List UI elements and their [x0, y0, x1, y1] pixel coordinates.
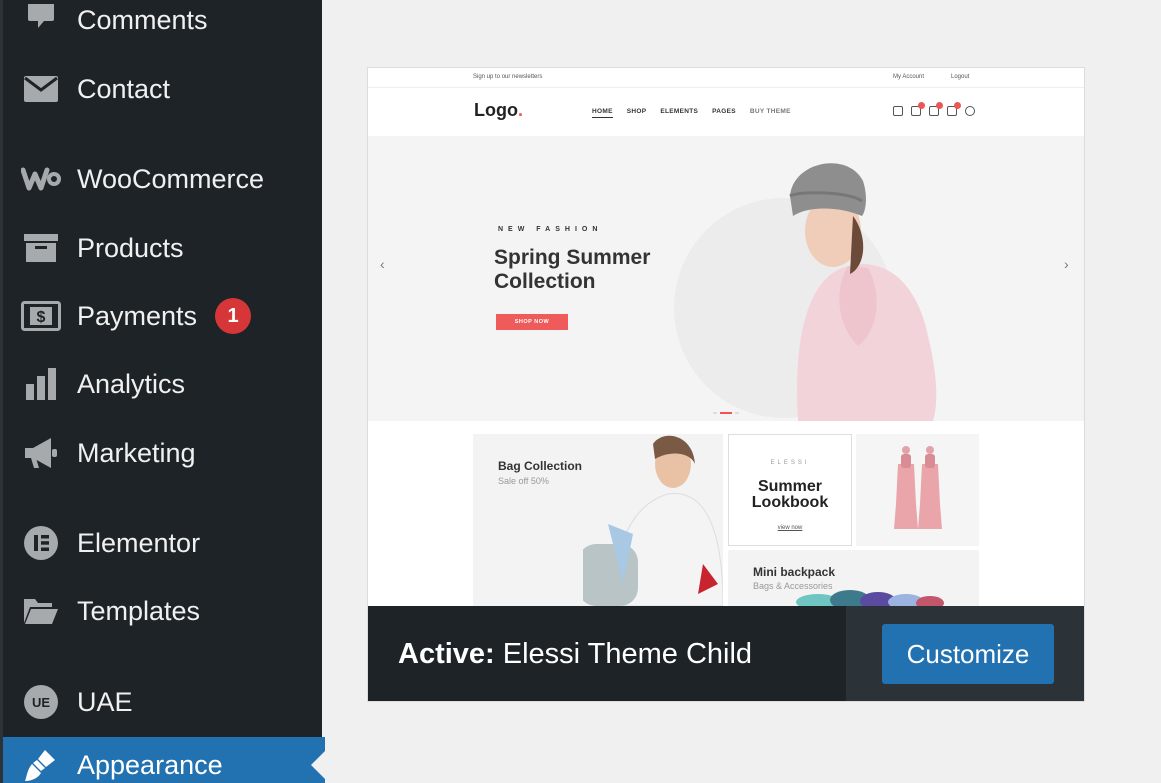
sidebar-item-label: Appearance	[77, 749, 223, 780]
newsletter-text: Sign up to our newsletters	[473, 74, 543, 80]
active-theme-card[interactable]: Sign up to our newsletters My Account Lo…	[367, 67, 1085, 702]
preview-nav-links: HOME SHOP ELEMENTS PAGES BUY THEME	[592, 108, 791, 118]
chevron-right-icon: ›	[1064, 256, 1069, 272]
bag-model-image	[583, 435, 723, 606]
theme-card-footer: Active: Elessi Theme Child Customize	[368, 606, 1084, 701]
bar-chart-icon	[21, 364, 61, 404]
folder-icon	[21, 591, 61, 631]
svg-text:UE: UE	[32, 695, 50, 710]
tile-bag-subtitle: Sale off 50%	[498, 476, 549, 486]
sidebar-item-marketing[interactable]: Marketing	[3, 425, 325, 481]
sidebar-item-label: Analytics	[77, 368, 186, 399]
preview-nav-home: HOME	[592, 108, 613, 118]
theme-actions: Customize	[846, 606, 1084, 701]
woocommerce-icon	[21, 159, 61, 199]
sidebar-item-appearance[interactable]: Appearance	[3, 737, 325, 783]
tile-mini-title: Mini backpack	[753, 565, 836, 579]
elementor-icon	[21, 523, 61, 563]
sidebar-item-label: Templates	[77, 595, 201, 626]
preview-nav-elements: ELEMENTS	[660, 108, 699, 115]
tile-look-title: Summer Lookbook	[751, 478, 829, 511]
preview-hero: NEW FASHION Spring Summer Collection SHO…	[368, 136, 1084, 421]
cart-icon	[911, 102, 925, 116]
heart-icon	[929, 102, 943, 116]
svg-text:$: $	[37, 309, 46, 326]
envelope-icon	[21, 69, 61, 109]
sidebar-item-label: Comments	[77, 4, 208, 35]
hero-shop-now-button: SHOP NOW	[496, 314, 568, 330]
preview-tile-earrings	[856, 434, 979, 546]
chevron-left-icon: ‹	[380, 256, 385, 272]
sidebar-item-label: Contact	[77, 73, 171, 104]
my-account-link: My Account	[893, 74, 925, 80]
backpacks-image	[796, 590, 944, 606]
sidebar-item-label: Payments	[77, 300, 198, 331]
sidebar-item-label: Products	[77, 232, 184, 263]
earrings-image	[894, 446, 942, 529]
dollar-icon: $	[21, 296, 61, 336]
sidebar-item-products[interactable]: Products	[3, 220, 325, 276]
sidebar-item-contact[interactable]: Contact	[3, 61, 325, 117]
theme-name: Active: Elessi Theme Child	[398, 638, 752, 671]
preview-tile-bag: Bag Collection Sale off 50%	[473, 434, 723, 606]
admin-sidebar: Comments Contact WooCommerce Products $ …	[0, 0, 325, 783]
paintbrush-icon	[21, 745, 61, 783]
sidebar-item-templates[interactable]: Templates	[3, 583, 325, 639]
sidebar-item-comments[interactable]: Comments	[3, 0, 325, 48]
tile-look-link: view now	[777, 525, 803, 531]
tile-look-kicker: ELESSI	[770, 460, 810, 466]
hero-title: Spring Summer Collection	[494, 246, 651, 293]
search-icon	[965, 106, 975, 116]
preview-nav-icons	[893, 102, 975, 116]
hero-kicker: NEW FASHION	[498, 226, 603, 233]
sidebar-item-label: Marketing	[77, 437, 196, 468]
logout-link: Logout	[951, 74, 970, 80]
sidebar-item-uae[interactable]: UE UAE	[3, 674, 325, 730]
sidebar-item-elementor[interactable]: Elementor	[3, 515, 325, 571]
hero-model-image	[789, 163, 937, 421]
preview-nav-buy-theme: BUY THEME	[749, 108, 791, 115]
sidebar-item-payments[interactable]: $ Payments 1	[3, 288, 325, 344]
active-label: Active:	[398, 638, 495, 670]
theme-name-text: Elessi Theme Child	[502, 638, 753, 670]
preview-nav-shop: SHOP	[626, 108, 647, 115]
preview-nav-pages: PAGES	[712, 108, 736, 115]
preview-topbar: Sign up to our newsletters My Account Lo…	[368, 68, 1084, 88]
archive-box-icon	[21, 228, 61, 268]
notification-badge: 1	[215, 298, 251, 334]
megaphone-icon	[21, 433, 61, 473]
sidebar-item-analytics[interactable]: Analytics	[3, 356, 325, 412]
preview-tile-mini-backpack: Mini backpack Bags & Accessories	[728, 550, 979, 606]
preview-navbar: Logo. HOME SHOP ELEMENTS PAGES BUY THEME	[368, 88, 1084, 136]
theme-screenshot[interactable]: Sign up to our newsletters My Account Lo…	[368, 68, 1084, 606]
sidebar-item-label: Elementor	[77, 527, 201, 558]
tile-bag-title: Bag Collection	[498, 459, 583, 473]
compare-icon	[947, 102, 961, 116]
preview-tile-lookbook: ELESSI Summer Lookbook view now	[728, 434, 852, 546]
active-indicator	[311, 751, 325, 779]
comment-icon	[21, 0, 61, 40]
sidebar-item-label: UAE	[77, 686, 133, 717]
customize-button[interactable]: Customize	[882, 624, 1054, 684]
preview-logo: Logo.	[474, 100, 523, 120]
grid-icon	[893, 106, 903, 116]
hero-slider-dots	[713, 412, 739, 414]
sidebar-item-label: WooCommerce	[77, 163, 265, 194]
sidebar-item-woocommerce[interactable]: WooCommerce	[3, 151, 325, 207]
uae-icon: UE	[21, 682, 61, 722]
